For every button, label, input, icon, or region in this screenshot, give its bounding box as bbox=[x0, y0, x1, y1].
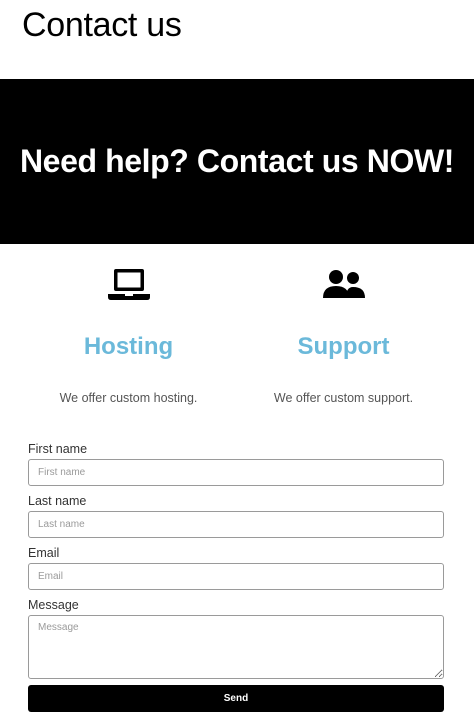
first-name-input[interactable] bbox=[28, 459, 444, 486]
hero-heading: Need help? Contact us NOW! bbox=[19, 143, 455, 179]
email-input[interactable] bbox=[28, 563, 444, 590]
last-name-label: Last name bbox=[28, 494, 87, 508]
service-title: Hosting bbox=[83, 333, 174, 360]
email-label: Email bbox=[28, 546, 60, 560]
page-title: Contact us bbox=[22, 6, 182, 44]
message-textarea[interactable] bbox=[28, 615, 444, 679]
last-name-input[interactable] bbox=[28, 511, 444, 538]
contact-form: First name Last name Email Message Send bbox=[28, 440, 444, 712]
service-title: Support bbox=[297, 333, 390, 360]
service-description: We offer custom support. bbox=[273, 391, 414, 405]
users-icon bbox=[225, 268, 462, 308]
hero-banner: Need help? Contact us NOW! bbox=[0, 79, 474, 244]
message-label: Message bbox=[28, 598, 79, 612]
first-name-label: First name bbox=[28, 442, 88, 456]
service-support: Support We offer custom support. bbox=[225, 244, 462, 434]
services-section: Hosting We offer custom hosting. Support… bbox=[0, 244, 474, 434]
send-button[interactable]: Send bbox=[28, 685, 444, 712]
service-description: We offer custom hosting. bbox=[59, 391, 198, 405]
laptop-icon bbox=[10, 268, 247, 308]
service-hosting: Hosting We offer custom hosting. bbox=[10, 244, 247, 434]
